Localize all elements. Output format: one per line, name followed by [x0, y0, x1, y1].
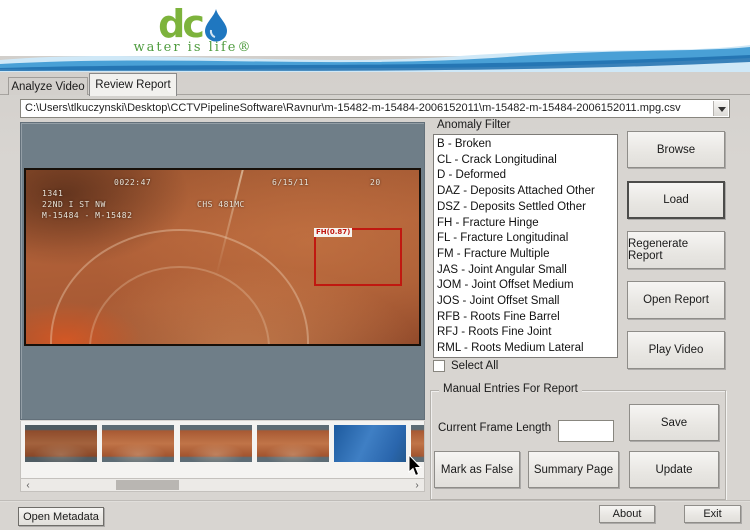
scroll-right-arrow[interactable]: › — [410, 479, 424, 491]
select-all-label: Select All — [451, 360, 499, 372]
thumbnail-scrollbar[interactable]: ‹ › — [20, 478, 425, 492]
anomaly-filter-label: Anomaly Filter — [437, 119, 511, 131]
overlay-counter: 0022:47 — [114, 178, 152, 187]
manual-entries-group: Manual Entries For Report Current Frame … — [430, 383, 726, 500]
chevron-down-icon — [718, 107, 726, 112]
file-path-combobox[interactable]: C:\Users\tlkuczynski\Desktop\CCTVPipelin… — [20, 99, 730, 118]
manual-entries-title: Manual Entries For Report — [439, 383, 582, 395]
list-item[interactable]: DSZ - Deposits Settled Other — [437, 200, 617, 216]
select-all-checkbox[interactable] — [433, 360, 445, 372]
load-button[interactable]: Load — [627, 181, 725, 219]
list-item[interactable]: FM - Fracture Multiple — [437, 247, 617, 263]
list-item[interactable]: DAZ - Deposits Attached Other — [437, 184, 617, 200]
wave-decoration — [0, 45, 750, 72]
scrollbar-thumb[interactable] — [116, 480, 179, 490]
open-metadata-button[interactable]: Open Metadata — [18, 507, 104, 526]
exit-button[interactable]: Exit — [684, 505, 741, 523]
list-item[interactable]: JAS - Joint Angular Small — [437, 263, 617, 279]
regenerate-report-button[interactable]: Regenerate Report — [627, 231, 725, 269]
combobox-dropdown-button[interactable] — [713, 101, 728, 116]
update-button[interactable]: Update — [629, 451, 719, 488]
about-button[interactable]: About — [599, 505, 655, 523]
mark-as-false-button[interactable]: Mark as False — [434, 451, 520, 488]
list-item[interactable]: RML - Roots Medium Lateral — [437, 341, 617, 357]
list-item[interactable]: D - Deformed — [437, 168, 617, 184]
scroll-left-arrow[interactable]: ‹ — [21, 479, 35, 491]
current-frame-length-label: Current Frame Length — [438, 422, 552, 434]
overlay-date: 6/15/11 — [272, 178, 310, 187]
mouse-cursor — [408, 455, 423, 477]
list-item[interactable]: JOM - Joint Offset Medium — [437, 278, 617, 294]
overlay-right-value: 20 — [370, 178, 381, 187]
list-item[interactable]: RFB - Roots Fine Barrel — [437, 310, 617, 326]
thumbnail-strip — [20, 421, 425, 478]
play-video-button[interactable]: Play Video — [627, 331, 725, 369]
video-thumbnail-selected[interactable] — [334, 425, 406, 462]
save-button[interactable]: Save — [629, 404, 719, 441]
video-panel: 0022:47 6/15/11 20 1341 22ND I ST NW CHS… — [20, 122, 425, 420]
anomaly-annotation-label: FH(0.87) — [314, 228, 353, 237]
footer-divider — [0, 500, 750, 502]
anomaly-annotation-box: FH(0.87) — [314, 228, 402, 286]
select-all-row: Select All — [433, 360, 498, 372]
list-item[interactable]: RFJ - Roots Fine Joint — [437, 325, 617, 341]
list-item[interactable]: CL - Crack Longitudinal — [437, 153, 617, 169]
tab-analyze-video[interactable]: Analyze Video — [8, 77, 88, 95]
video-thumbnail[interactable] — [102, 425, 174, 462]
tab-review-report-label: Review Report — [95, 79, 171, 91]
overlay-line1: 1341 — [42, 189, 64, 198]
overlay-street: 22ND I ST NW — [42, 200, 106, 209]
tab-review-report[interactable]: Review Report — [89, 73, 177, 96]
logo-text: dc — [158, 2, 205, 46]
header-banner: dc water is life® — [0, 0, 750, 72]
anomaly-filter-listbox[interactable]: B - Broken CL - Crack Longitudinal D - D… — [433, 134, 618, 358]
video-frame[interactable]: 0022:47 6/15/11 20 1341 22ND I ST NW CHS… — [24, 168, 421, 346]
tab-analyze-video-label: Analyze Video — [11, 80, 85, 93]
browse-button[interactable]: Browse — [627, 131, 725, 168]
list-item[interactable]: FH - Fracture Hinge — [437, 216, 617, 232]
app-window: dc water is life® Analyze Video Review R… — [0, 0, 750, 530]
open-report-button[interactable]: Open Report — [627, 281, 725, 319]
overlay-segment: M-15484 - M-15482 — [42, 211, 133, 220]
list-item[interactable]: B - Broken — [437, 137, 617, 153]
water-drop-icon — [204, 9, 227, 42]
current-frame-length-input[interactable] — [558, 420, 614, 442]
overlay-chs: CHS 481MC — [197, 200, 245, 209]
summary-page-button[interactable]: Summary Page — [528, 451, 619, 488]
list-item[interactable]: JOS - Joint Offset Small — [437, 294, 617, 310]
file-path-value: C:\Users\tlkuczynski\Desktop\CCTVPipelin… — [25, 102, 681, 114]
list-item[interactable]: FL - Fracture Longitudinal — [437, 231, 617, 247]
video-thumbnail[interactable] — [257, 425, 329, 462]
video-thumbnail[interactable] — [180, 425, 252, 462]
video-thumbnail[interactable] — [25, 425, 97, 462]
